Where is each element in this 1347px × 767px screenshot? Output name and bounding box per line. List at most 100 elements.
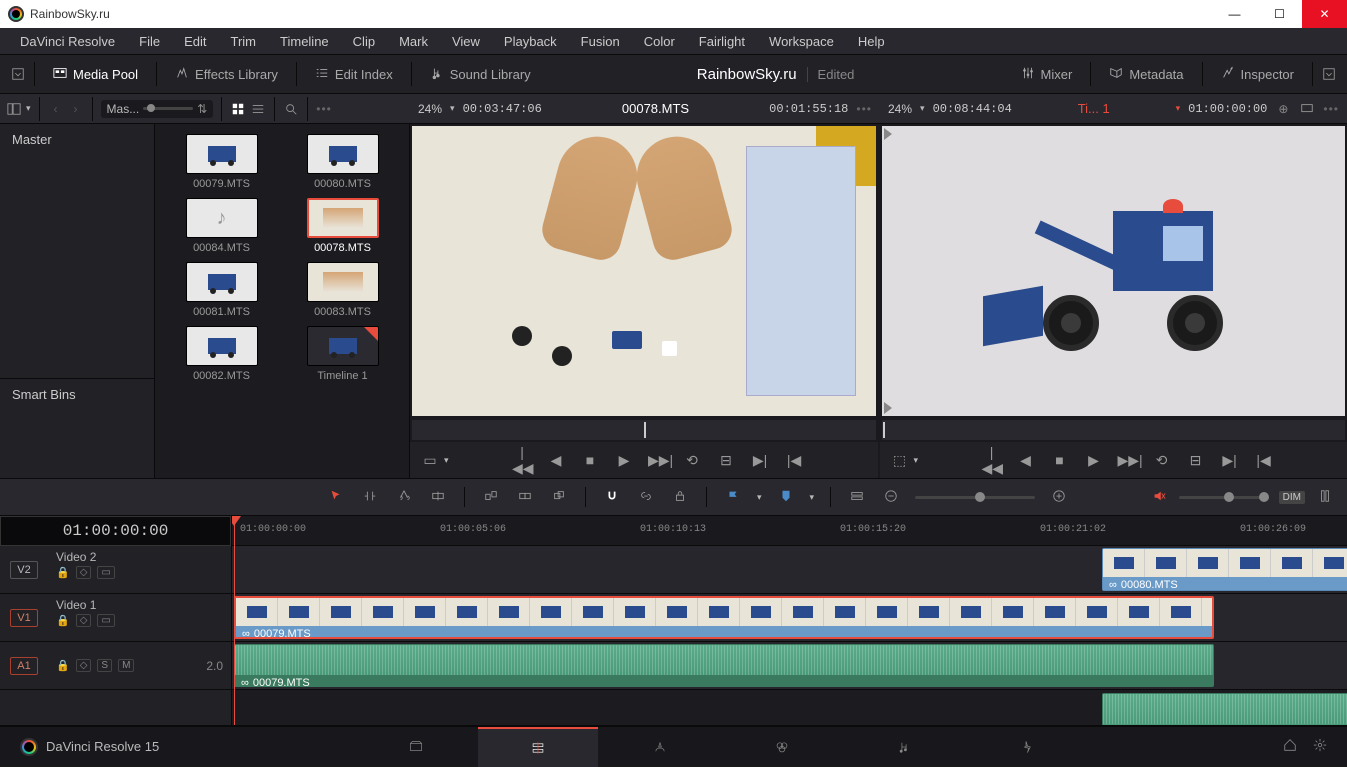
fairlight-page-tab[interactable] bbox=[844, 727, 964, 767]
prev-frame-icon[interactable]: ◀ bbox=[1016, 452, 1036, 469]
go-next-icon[interactable]: |◀ bbox=[1254, 452, 1274, 469]
menu-fairlight[interactable]: Fairlight bbox=[687, 30, 757, 53]
search-icon[interactable] bbox=[283, 101, 299, 117]
frame-mode-icon[interactable]: ▭ bbox=[420, 452, 440, 469]
first-frame-icon[interactable]: |◀◀ bbox=[512, 444, 532, 477]
menu-davinci-resolve[interactable]: DaVinci Resolve bbox=[8, 30, 127, 53]
solo-icon[interactable]: S bbox=[97, 659, 112, 672]
source-scrubber[interactable] bbox=[412, 420, 876, 440]
sort-icon[interactable]: ⇅ bbox=[197, 102, 207, 116]
replace-clip-icon[interactable] bbox=[549, 489, 569, 506]
chevron-down-icon[interactable]: ▾ bbox=[26, 103, 31, 114]
track-header-v2[interactable]: V2 Video 2 🔒◇▭ bbox=[0, 546, 231, 594]
mixer-button[interactable]: Mixer bbox=[1011, 60, 1083, 89]
clip-a1[interactable]: ∞00079.MTS bbox=[234, 644, 1214, 687]
pool-item[interactable]: 00082.MTS bbox=[165, 326, 278, 382]
timeline-zoom[interactable]: 24% bbox=[888, 102, 912, 116]
timeline-view-icon[interactable] bbox=[847, 489, 867, 506]
menu-file[interactable]: File bbox=[127, 30, 172, 53]
timeline-canvas[interactable] bbox=[882, 126, 1346, 416]
deliver-page-tab[interactable] bbox=[966, 727, 1086, 767]
stop-icon[interactable]: ■ bbox=[580, 452, 600, 468]
go-prev-icon[interactable]: ▶| bbox=[750, 452, 770, 469]
pool-item[interactable]: 00081.MTS bbox=[165, 262, 278, 318]
edit-page-tab[interactable] bbox=[478, 727, 598, 767]
pool-item[interactable]: 00080.MTS bbox=[286, 134, 399, 190]
display-icon[interactable]: ▭ bbox=[97, 614, 114, 627]
master-bin[interactable]: Master bbox=[0, 124, 154, 155]
timeline-timecode[interactable]: 01:00:00:00 bbox=[0, 516, 231, 546]
menu-clip[interactable]: Clip bbox=[341, 30, 387, 53]
auto-select-icon[interactable]: ◇ bbox=[76, 614, 92, 627]
marker-icon[interactable] bbox=[776, 489, 796, 506]
chevron-down-icon[interactable]: ▾ bbox=[1176, 103, 1181, 114]
media-pool-button[interactable]: Media Pool bbox=[43, 60, 148, 89]
lock-icon[interactable] bbox=[670, 489, 690, 506]
auto-select-icon[interactable]: ◇ bbox=[76, 659, 92, 672]
lock-icon[interactable]: 🔒 bbox=[56, 566, 70, 579]
next-frame-icon[interactable]: ▶▶| bbox=[648, 452, 668, 469]
pool-item[interactable]: Timeline 1 bbox=[286, 326, 399, 382]
overwrite-clip-icon[interactable] bbox=[515, 489, 535, 506]
clip-a1b[interactable] bbox=[1102, 693, 1347, 725]
pointer-tool-icon[interactable] bbox=[326, 489, 346, 506]
chevron-down-icon[interactable]: ▾ bbox=[920, 103, 925, 114]
timeline-name[interactable]: Ti... 1 bbox=[1020, 101, 1168, 116]
first-frame-icon[interactable]: |◀◀ bbox=[982, 444, 1002, 477]
mute-icon[interactable]: M bbox=[118, 659, 134, 672]
smart-bins[interactable]: Smart Bins bbox=[0, 378, 154, 478]
monitor-icon[interactable] bbox=[1299, 101, 1315, 117]
match-frame-icon[interactable]: ⊟ bbox=[716, 452, 736, 469]
minimize-button[interactable]: ― bbox=[1212, 0, 1257, 28]
pool-item[interactable]: 00078.MTS bbox=[286, 198, 399, 254]
timeline-ruler[interactable]: 01:00:00:0001:00:05:0601:00:10:1301:00:1… bbox=[232, 516, 1347, 546]
home-icon[interactable] bbox=[1283, 738, 1297, 755]
dropdown-icon[interactable] bbox=[10, 66, 26, 82]
crop-mode-icon[interactable]: ⬚ bbox=[890, 452, 910, 469]
loop-icon[interactable]: ⟲ bbox=[1152, 452, 1172, 469]
more-icon[interactable]: ••• bbox=[856, 102, 872, 116]
flag-icon[interactable] bbox=[723, 489, 743, 506]
source-canvas[interactable] bbox=[412, 126, 876, 416]
display-icon[interactable]: ▭ bbox=[97, 566, 114, 579]
pool-item[interactable]: 00079.MTS bbox=[165, 134, 278, 190]
menu-playback[interactable]: Playback bbox=[492, 30, 569, 53]
stop-icon[interactable]: ■ bbox=[1050, 452, 1070, 468]
track-header-v1[interactable]: V1 Video 1 🔒◇▭ bbox=[0, 594, 231, 642]
more-icon[interactable]: ••• bbox=[1323, 102, 1339, 116]
clip-v1[interactable]: ∞00079.MTS bbox=[234, 596, 1214, 639]
menu-timeline[interactable]: Timeline bbox=[268, 30, 341, 53]
track-header-a1[interactable]: A1 🔒◇SM 2.0 bbox=[0, 642, 231, 690]
menu-help[interactable]: Help bbox=[846, 30, 897, 53]
snap-icon[interactable] bbox=[602, 489, 622, 506]
menu-fusion[interactable]: Fusion bbox=[569, 30, 632, 53]
volume-slider[interactable] bbox=[1179, 496, 1269, 499]
bin-selector[interactable]: Mas... ⇅ bbox=[101, 100, 214, 118]
close-button[interactable]: ✕ bbox=[1302, 0, 1347, 28]
lock-icon[interactable]: 🔒 bbox=[56, 659, 70, 672]
settings-icon[interactable] bbox=[1313, 738, 1327, 755]
dim-button[interactable]: DIM bbox=[1279, 491, 1305, 504]
timeline-scrubber[interactable] bbox=[882, 420, 1346, 440]
trim-tool-icon[interactable] bbox=[360, 489, 380, 506]
effects-library-button[interactable]: Effects Library bbox=[165, 60, 288, 89]
nav-fwd-icon[interactable]: › bbox=[68, 101, 84, 117]
menu-mark[interactable]: Mark bbox=[387, 30, 440, 53]
layout-icon[interactable] bbox=[6, 101, 22, 117]
zoom-out-icon[interactable] bbox=[881, 489, 901, 506]
audio-track-1[interactable]: ∞00079.MTS bbox=[232, 642, 1347, 690]
prev-frame-icon[interactable]: ◀ bbox=[546, 452, 566, 469]
source-zoom[interactable]: 24% bbox=[418, 102, 442, 116]
next-frame-icon[interactable]: ▶▶| bbox=[1118, 452, 1138, 469]
menu-edit[interactable]: Edit bbox=[172, 30, 218, 53]
more-icon[interactable]: ••• bbox=[316, 102, 332, 116]
inspector-button[interactable]: Inspector bbox=[1211, 60, 1304, 89]
video-track-1[interactable]: ∞00079.MTS bbox=[232, 594, 1347, 642]
nav-back-icon[interactable]: ‹ bbox=[48, 101, 64, 117]
pool-item[interactable]: ♪00084.MTS bbox=[165, 198, 278, 254]
loop-icon[interactable]: ⟲ bbox=[682, 452, 702, 469]
zoom-in-icon[interactable] bbox=[1049, 489, 1069, 506]
maximize-button[interactable]: ☐ bbox=[1257, 0, 1302, 28]
play-icon[interactable]: ▶ bbox=[1084, 452, 1104, 469]
source-clip-name[interactable]: 00078.MTS bbox=[550, 101, 761, 116]
